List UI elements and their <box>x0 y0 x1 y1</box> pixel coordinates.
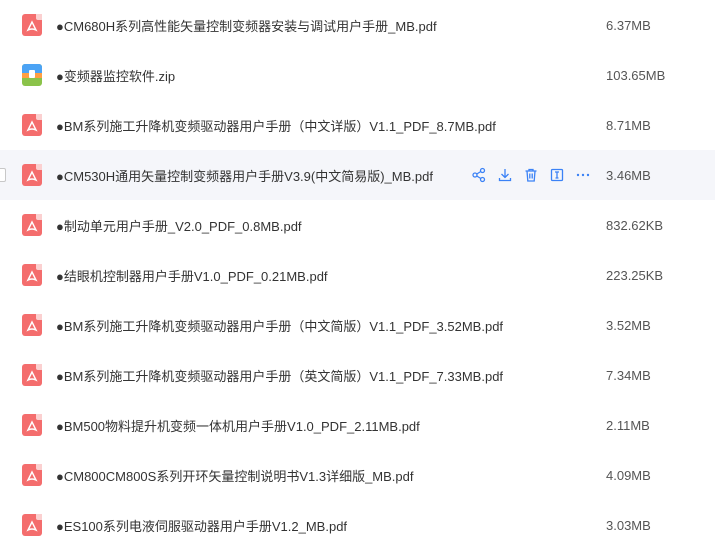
pdf-file-icon <box>22 14 42 36</box>
file-size: 3.46MB <box>606 167 651 183</box>
file-size: 2.11MB <box>606 417 650 433</box>
file-name[interactable]: ●CM680H系列高性能矢量控制变频器安装与调试用户手册_MB.pdf <box>56 16 437 35</box>
pdf-file-icon <box>22 264 42 286</box>
pdf-file-icon <box>22 114 42 136</box>
file-size: 7.34MB <box>606 367 651 383</box>
list-item[interactable]: ●变频器监控软件.zip 103.65MB <box>0 50 715 100</box>
pdf-file-icon <box>22 414 42 436</box>
file-name[interactable]: ●CM800CM800S系列开环矢量控制说明书V1.3详细版_MB.pdf <box>56 466 414 485</box>
file-name[interactable]: ●CM530H通用矢量控制变频器用户手册V3.9(中文简易版)_MB.pdf <box>56 166 433 185</box>
file-name[interactable]: ●BM系列施工升降机变频驱动器用户手册（中文简版）V1.1_PDF_3.52MB… <box>56 316 503 335</box>
file-size: 6.37MB <box>606 17 651 33</box>
list-item[interactable]: ●制动单元用户手册_V2.0_PDF_0.8MB.pdf 832.62KB <box>0 200 715 250</box>
pdf-file-icon <box>22 214 42 236</box>
rename-icon[interactable] <box>548 166 566 184</box>
file-name[interactable]: ●BM系列施工升降机变频驱动器用户手册（英文简版）V1.1_PDF_7.33MB… <box>56 366 503 385</box>
list-item-hovered[interactable]: ●CM530H通用矢量控制变频器用户手册V3.9(中文简易版)_MB.pdf 3… <box>0 150 715 200</box>
file-name[interactable]: ●ES100系列电液伺服驱动器用户手册V1.2_MB.pdf <box>56 516 347 535</box>
file-size: 103.65MB <box>606 67 666 83</box>
delete-icon[interactable] <box>522 166 540 184</box>
list-item[interactable]: ●BM系列施工升降机变频驱动器用户手册（英文简版）V1.1_PDF_7.33MB… <box>0 350 715 400</box>
file-name[interactable]: ●结眼机控制器用户手册V1.0_PDF_0.21MB.pdf <box>56 266 328 285</box>
pdf-file-icon <box>22 314 42 336</box>
zip-file-icon <box>22 64 42 86</box>
file-size: 3.52MB <box>606 317 651 333</box>
list-item[interactable]: ●CM680H系列高性能矢量控制变频器安装与调试用户手册_MB.pdf 6.37… <box>0 0 715 50</box>
file-name[interactable]: ●BM500物料提升机变频一体机用户手册V1.0_PDF_2.11MB.pdf <box>56 416 420 435</box>
list-item[interactable]: ●BM系列施工升降机变频驱动器用户手册（中文简版）V1.1_PDF_3.52MB… <box>0 300 715 350</box>
select-checkbox[interactable] <box>0 168 6 182</box>
file-size: 4.09MB <box>606 467 651 483</box>
file-list: ●CM680H系列高性能矢量控制变频器安装与调试用户手册_MB.pdf 6.37… <box>0 0 715 549</box>
share-icon[interactable] <box>470 166 488 184</box>
file-name[interactable]: ●制动单元用户手册_V2.0_PDF_0.8MB.pdf <box>56 216 302 235</box>
list-item[interactable]: ●ES100系列电液伺服驱动器用户手册V1.2_MB.pdf 3.03MB <box>0 500 715 550</box>
pdf-file-icon <box>22 364 42 386</box>
row-actions <box>470 166 592 184</box>
list-item[interactable]: ●CM800CM800S系列开环矢量控制说明书V1.3详细版_MB.pdf 4.… <box>0 450 715 500</box>
more-icon[interactable] <box>574 166 592 184</box>
file-size: 223.25KB <box>606 267 664 283</box>
pdf-file-icon <box>22 164 42 186</box>
pdf-file-icon <box>22 514 42 536</box>
file-size: 832.62KB <box>606 217 664 233</box>
file-name[interactable]: ●BM系列施工升降机变频驱动器用户手册（中文详版）V1.1_PDF_8.7MB.… <box>56 116 496 135</box>
file-name[interactable]: ●变频器监控软件.zip <box>56 66 175 85</box>
list-item[interactable]: ●BM500物料提升机变频一体机用户手册V1.0_PDF_2.11MB.pdf … <box>0 400 715 450</box>
list-item[interactable]: ●BM系列施工升降机变频驱动器用户手册（中文详版）V1.1_PDF_8.7MB.… <box>0 100 715 150</box>
pdf-file-icon <box>22 464 42 486</box>
file-size: 8.71MB <box>606 117 651 133</box>
file-size: 3.03MB <box>606 517 651 533</box>
list-item[interactable]: ●结眼机控制器用户手册V1.0_PDF_0.21MB.pdf 223.25KB <box>0 250 715 300</box>
download-icon[interactable] <box>496 166 514 184</box>
